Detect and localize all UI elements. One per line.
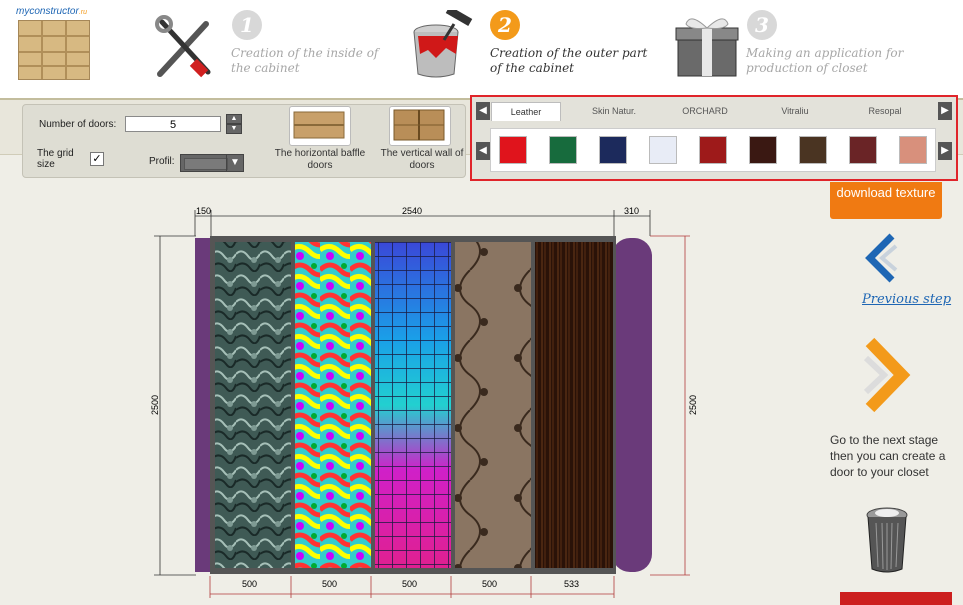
logo-text: myconstructor.ru	[16, 6, 87, 17]
swatch-dark-brown[interactable]	[749, 136, 777, 164]
logo[interactable]: myconstructor.ru	[16, 6, 92, 80]
step-3-label[interactable]: Making an application for production of …	[746, 46, 961, 76]
tabs-next-button[interactable]: ▶	[938, 102, 952, 120]
dim-height-right: 2500	[688, 395, 698, 415]
gift-box-icon	[675, 18, 739, 77]
cabinet-drawing: 150 2540 310 2500 2500 500 500 500 500 5…	[150, 206, 698, 598]
door-5-width: 533	[564, 579, 579, 589]
step-1-number[interactable]: 1	[232, 10, 262, 40]
tab-resopal[interactable]: Resopal	[850, 102, 920, 120]
chevron-left-icon[interactable]	[862, 232, 898, 284]
tab-leather[interactable]: Leather	[491, 102, 561, 121]
swatch-navy[interactable]	[599, 136, 627, 164]
swatches-next-button[interactable]: ▶	[938, 142, 952, 160]
red-action-bar[interactable]	[840, 592, 952, 605]
dim-right-side: 310	[624, 206, 639, 216]
swatch-red[interactable]	[499, 136, 527, 164]
chevron-right-icon[interactable]	[862, 332, 920, 418]
profil-label: Profil:	[149, 156, 175, 167]
doors-count-input[interactable]: 5	[125, 116, 221, 132]
swatch-salmon[interactable]	[899, 136, 927, 164]
dim-left-side: 150	[196, 206, 211, 216]
dim-main-width: 2540	[402, 206, 422, 216]
step-2-label[interactable]: Creation of the outer part of the cabine…	[490, 46, 650, 76]
door-3[interactable]	[375, 242, 451, 568]
vertical-wall-label: The vertical wall of doors	[380, 148, 464, 171]
door-4-width: 500	[482, 579, 497, 589]
doors-label: Number of doors:	[39, 119, 117, 130]
swatch-white[interactable]	[649, 136, 677, 164]
vertical-wall-icon	[393, 109, 445, 141]
door-1-width: 500	[242, 579, 257, 589]
chevron-down-icon: ▼	[226, 155, 243, 171]
swatches-prev-button[interactable]: ◀	[476, 142, 490, 160]
tabs-prev-button[interactable]: ◀	[476, 102, 490, 120]
tab-vitraliu[interactable]: Vitraliu	[760, 102, 830, 120]
door-2[interactable]	[295, 242, 371, 568]
door-4[interactable]	[455, 242, 531, 568]
dim-height-left: 2500	[150, 395, 160, 415]
door-3-width: 500	[402, 579, 417, 589]
tab-orchard[interactable]: ORCHARD	[670, 102, 740, 120]
tab-skin-natur[interactable]: Skin Natur.	[578, 102, 650, 120]
step-3-number[interactable]: 3	[747, 10, 777, 40]
swatch-maroon[interactable]	[849, 136, 877, 164]
download-texture-button[interactable]: download texture	[830, 182, 942, 219]
doors-decrement-button[interactable]: ▼	[226, 124, 242, 134]
step-1-label[interactable]: Creation of the inside of the cabinet	[231, 46, 386, 76]
right-side-panel	[612, 238, 652, 572]
profil-color-preview	[184, 158, 228, 170]
doors-increment-button[interactable]: ▲	[226, 114, 242, 124]
tools-icon	[155, 15, 211, 78]
profil-select[interactable]: ▼	[180, 154, 244, 172]
door-5[interactable]	[535, 242, 613, 568]
grid-size-checkbox[interactable]: ✓	[90, 152, 104, 166]
trash-can-icon[interactable]	[862, 505, 912, 575]
next-stage-text: Go to the next stage then you can create…	[830, 433, 946, 479]
swatch-dark-red[interactable]	[699, 136, 727, 164]
previous-step-link[interactable]: Previous step	[862, 292, 951, 307]
step-2-number[interactable]: 2	[490, 10, 520, 40]
grid-size-label: The grid size	[37, 148, 74, 170]
logo-cabinet-image	[18, 20, 90, 80]
paint-bucket-icon	[413, 10, 473, 78]
horizontal-baffle-icon	[293, 111, 345, 139]
swatch-brown[interactable]	[799, 136, 827, 164]
horizontal-baffle-label: The horizontal baffle doors	[274, 148, 366, 171]
door-1[interactable]	[215, 242, 291, 568]
door-2-width: 500	[322, 579, 337, 589]
swatch-green[interactable]	[549, 136, 577, 164]
vertical-wall-button[interactable]	[389, 106, 451, 146]
horizontal-baffle-button[interactable]	[289, 106, 351, 146]
